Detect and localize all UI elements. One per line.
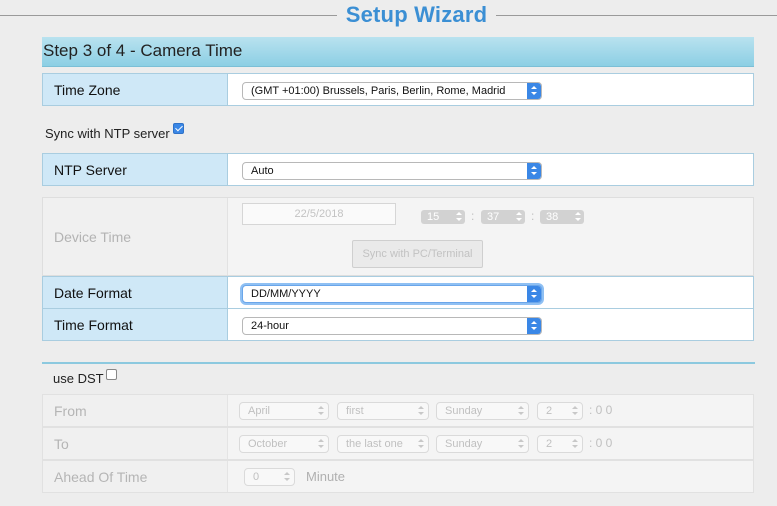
time-zone-label: Time Zone [54, 81, 121, 98]
title-divider-right [496, 15, 777, 16]
device-second-value: 38 [546, 211, 559, 223]
time-format-select[interactable]: 24-hour [242, 317, 542, 335]
chevron-updown-icon [284, 472, 290, 482]
chevron-updown-icon [572, 406, 578, 416]
chevron-updown-icon [318, 439, 324, 449]
dst-ahead-row: Ahead Of Time 0 Minute [42, 460, 754, 493]
device-date-input[interactable]: 22/5/2018 [242, 203, 396, 225]
dst-ahead-label: Ahead Of Time [54, 468, 148, 485]
time-zone-label-cell: Time Zone [43, 74, 228, 105]
dst-to-month-select[interactable]: October [239, 435, 329, 453]
dst-to-day-select[interactable]: Sunday [436, 435, 529, 453]
dst-ahead-select[interactable]: 0 [244, 468, 295, 486]
dst-to-label-cell: To [43, 428, 228, 459]
time-format-label-cell: Time Format [43, 309, 228, 340]
dst-to-label: To [54, 435, 69, 452]
chevron-updown-icon [572, 439, 578, 449]
device-hour-value: 15 [427, 211, 440, 223]
sync-ntp-label: Sync with NTP server [45, 126, 170, 141]
title-divider-left [0, 15, 337, 16]
chevron-updown-icon [518, 406, 524, 416]
ntp-server-value: Auto [251, 165, 274, 177]
spinner-arrows-icon [516, 212, 522, 222]
sync-ntp-checkbox[interactable] [173, 123, 184, 134]
chevron-updown-icon [527, 318, 541, 334]
dst-from-day-select[interactable]: Sunday [436, 402, 529, 420]
spinner-arrows-icon [575, 212, 581, 222]
time-zone-select[interactable]: (GMT +01:00) Brussels, Paris, Berlin, Ro… [242, 82, 542, 100]
device-time-label: Device Time [54, 228, 132, 245]
device-minute-value: 37 [487, 211, 500, 223]
dst-from-week-select[interactable]: first [337, 402, 429, 420]
step-header: Step 3 of 4 - Camera Time [42, 37, 754, 67]
time-format-row: Time Format 24-hour [42, 308, 754, 341]
date-format-select[interactable]: DD/MM/YYYY [242, 285, 542, 303]
dst-from-month-select[interactable]: April [239, 402, 329, 420]
wizard-title-bar: Setup Wizard [0, 0, 777, 32]
dst-to-month-value: October [248, 438, 288, 450]
device-minute-spinner[interactable]: 37 [481, 210, 525, 224]
dst-from-month-value: April [248, 405, 271, 417]
chevron-updown-icon [418, 439, 424, 449]
dst-from-label-cell: From [43, 395, 228, 426]
sync-with-pc-button[interactable]: Sync with PC/Terminal [352, 240, 483, 268]
wizard-title: Setup Wizard [345, 2, 488, 27]
section-divider [42, 362, 755, 364]
ntp-server-label-cell: NTP Server [43, 154, 228, 185]
dst-from-hour-value: 2 [546, 405, 553, 417]
dst-ahead-label-cell: Ahead Of Time [43, 461, 228, 492]
spinner-arrows-icon [456, 212, 462, 222]
device-second-spinner[interactable]: 38 [540, 210, 584, 224]
chevron-updown-icon [318, 406, 324, 416]
use-dst-label: use DST [53, 371, 104, 386]
dst-to-day-value: Sunday [445, 438, 483, 450]
date-format-label-cell: Date Format [43, 277, 228, 308]
dst-to-hour-select[interactable]: 2 [537, 435, 583, 453]
dst-from-hour-select[interactable]: 2 [537, 402, 583, 420]
dst-from-suffix: : 0 0 [589, 403, 613, 417]
device-hour-spinner[interactable]: 15 [421, 210, 465, 224]
chevron-updown-icon [527, 286, 541, 302]
chevron-updown-icon [527, 83, 541, 99]
dst-from-day-value: Sunday [445, 405, 483, 417]
ntp-server-select[interactable]: Auto [242, 162, 542, 180]
time-colon: : [531, 209, 535, 223]
ntp-server-row: NTP Server Auto [42, 153, 754, 186]
dst-ahead-unit: Minute [306, 469, 346, 484]
device-time-row: Device Time 22/5/2018 15 : 37 : 38 Sync … [42, 197, 754, 276]
chevron-updown-icon [418, 406, 424, 416]
date-format-label: Date Format [54, 284, 132, 301]
dst-from-week-value: first [346, 405, 364, 417]
ntp-server-label: NTP Server [54, 161, 127, 178]
dst-from-row: From April first Sunday 2 : 0 0 [42, 394, 754, 427]
dst-ahead-value: 0 [253, 471, 260, 483]
time-format-label: Time Format [54, 316, 133, 333]
dst-to-suffix: : 0 0 [589, 436, 613, 450]
dst-to-week-select[interactable]: the last one [337, 435, 429, 453]
chevron-updown-icon [518, 439, 524, 449]
dst-to-row: To October the last one Sunday 2 : 0 0 [42, 427, 754, 460]
time-colon: : [471, 209, 475, 223]
step-title: Step 3 of 4 - Camera Time [43, 41, 243, 60]
dst-from-label: From [54, 402, 87, 419]
dst-to-week-value: the last one [346, 438, 403, 450]
date-format-value: DD/MM/YYYY [251, 288, 321, 300]
time-format-value: 24-hour [251, 320, 289, 332]
time-zone-row: Time Zone (GMT +01:00) Brussels, Paris, … [42, 73, 754, 106]
use-dst-checkbox[interactable] [106, 369, 117, 380]
chevron-updown-icon [527, 163, 541, 179]
device-time-label-cell: Device Time [43, 198, 228, 275]
dst-to-hour-value: 2 [546, 438, 553, 450]
date-format-row: Date Format DD/MM/YYYY [42, 276, 754, 309]
time-zone-value: (GMT +01:00) Brussels, Paris, Berlin, Ro… [251, 85, 506, 97]
